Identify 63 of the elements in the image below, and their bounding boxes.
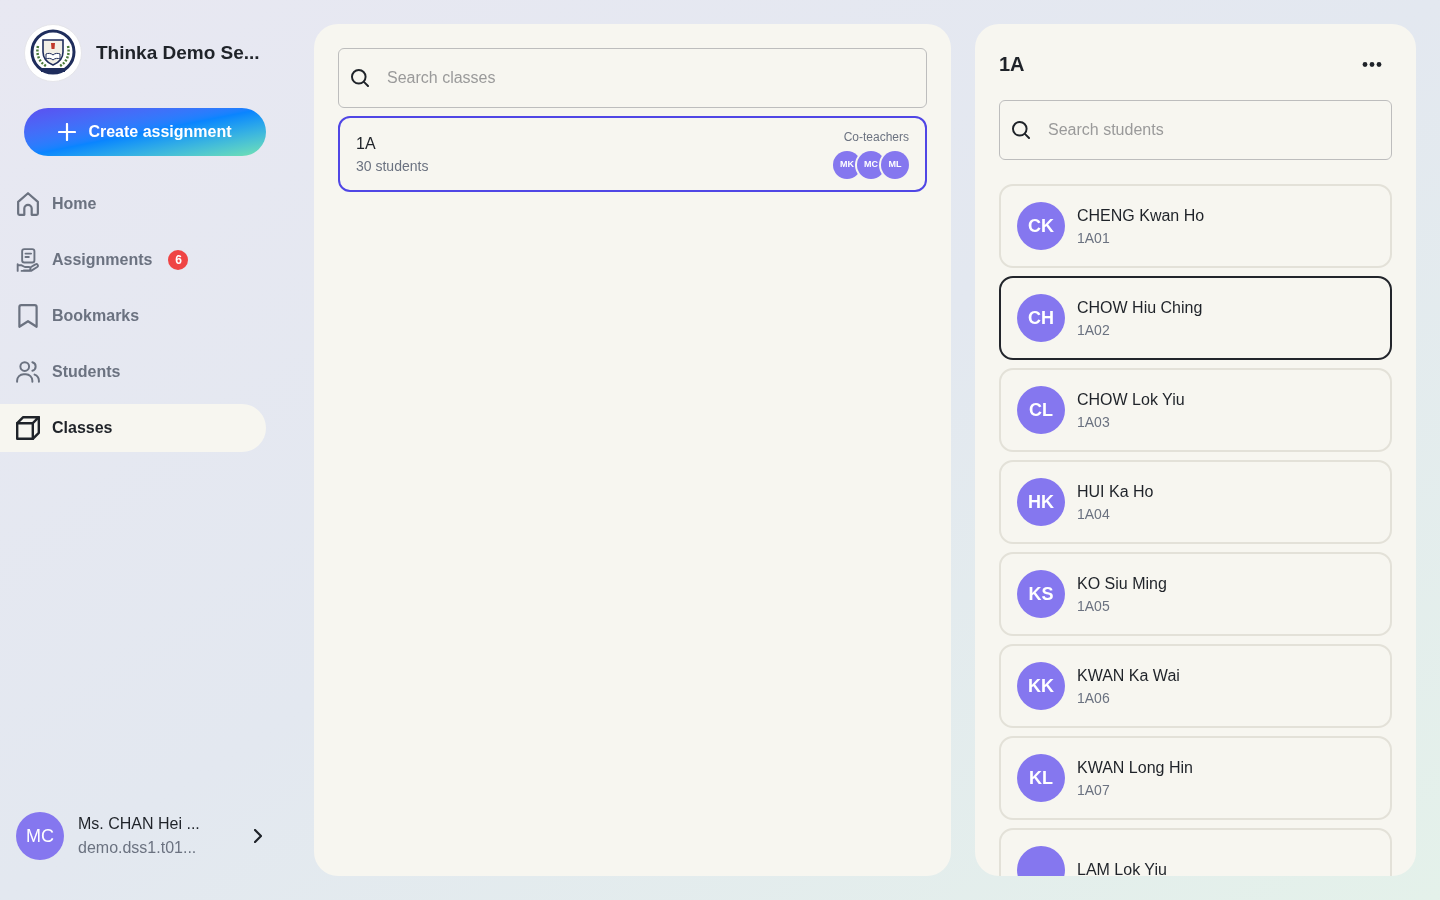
nav-item[interactable]: Classes [0,404,266,452]
student-name: LAM Lok Yiu [1077,860,1167,876]
teacher-avatar: MK [833,151,861,179]
student-card[interactable]: KL KWAN Long Hin 1A07 [999,736,1392,820]
user-avatar: MC [16,812,64,860]
student-card[interactable]: LAM Lok Yiu [999,828,1392,876]
search-field[interactable]: Search students [999,100,1392,160]
nav-item[interactable]: Assignments 6 [0,236,266,284]
student-name: CHOW Lok Yiu [1077,390,1185,410]
account-menu[interactable]: MC Ms. CHAN Hei ... demo.dss1.t01... [16,812,266,860]
count-badge: 6 [168,250,189,270]
student-name: KO Siu Ming [1077,574,1167,594]
search-icon [351,69,369,87]
document-hand-icon [16,248,40,272]
search-field[interactable]: Search classes [338,48,927,108]
home-icon [16,192,40,216]
student-avatar: HK [1017,478,1065,526]
search-icon [1012,121,1030,139]
student-name: KWAN Long Hin [1077,758,1193,778]
student-card[interactable]: CH CHOW Hiu Ching 1A02 [999,276,1392,360]
student-card[interactable]: KK KWAN Ka Wai 1A06 [999,644,1392,728]
student-card[interactable]: KS KO Siu Ming 1A05 [999,552,1392,636]
student-card[interactable]: CK CHENG Kwan Ho 1A01 [999,184,1392,268]
student-card[interactable]: HK HUI Ka Ho 1A04 [999,460,1392,544]
school-crest-icon [24,24,82,82]
student-number: 1A05 [1077,597,1111,616]
chevron-right-icon [254,829,262,843]
student-name: CHOW Hiu Ching [1077,298,1203,318]
student-number: 1A03 [1077,413,1111,432]
nav-item[interactable]: Home [0,180,266,228]
student-avatar: CL [1017,386,1065,434]
bookmark-icon [16,304,40,328]
student-avatar: CK [1017,202,1065,250]
student-avatar: CH [1017,294,1065,342]
student-number: 1A04 [1077,505,1111,524]
class-title: 1A [999,52,1025,77]
user-email: demo.dss1.t01... [78,838,198,858]
users-icon [16,360,40,384]
student-number: 1A01 [1077,229,1111,248]
student-avatar: KS [1017,570,1065,618]
nav-item[interactable]: Students [0,348,266,396]
student-name: CHENG Kwan Ho [1077,206,1205,226]
cube-icon [16,416,40,440]
student-number: 1A06 [1077,689,1111,708]
student-card[interactable]: CL CHOW Lok Yiu 1A03 [999,368,1392,452]
student-avatar: KL [1017,754,1065,802]
school-name: Thinka Demo Se... [96,40,260,65]
user-name: Ms. CHAN Hei ... [78,814,201,834]
co-teachers-label: Co-teachers [843,129,909,145]
teacher-avatar: MC [857,151,885,179]
student-count: 30 students [356,157,429,176]
student-number: 1A02 [1077,321,1111,340]
student-name: HUI Ka Ho [1077,482,1154,502]
class-card[interactable]: 1A 30 students Co-teachers MK MC ML [338,116,927,192]
class-name: 1A [356,134,377,154]
student-avatar: KK [1017,662,1065,710]
plus-icon [58,123,77,141]
teacher-avatar: ML [881,151,909,179]
create-assignment-button[interactable]: Create assignment [24,108,266,156]
student-number: 1A07 [1077,781,1111,800]
student-name: KWAN Ka Wai [1077,666,1180,686]
more-icon[interactable] [1362,61,1382,67]
nav-item[interactable]: Bookmarks [0,292,266,340]
